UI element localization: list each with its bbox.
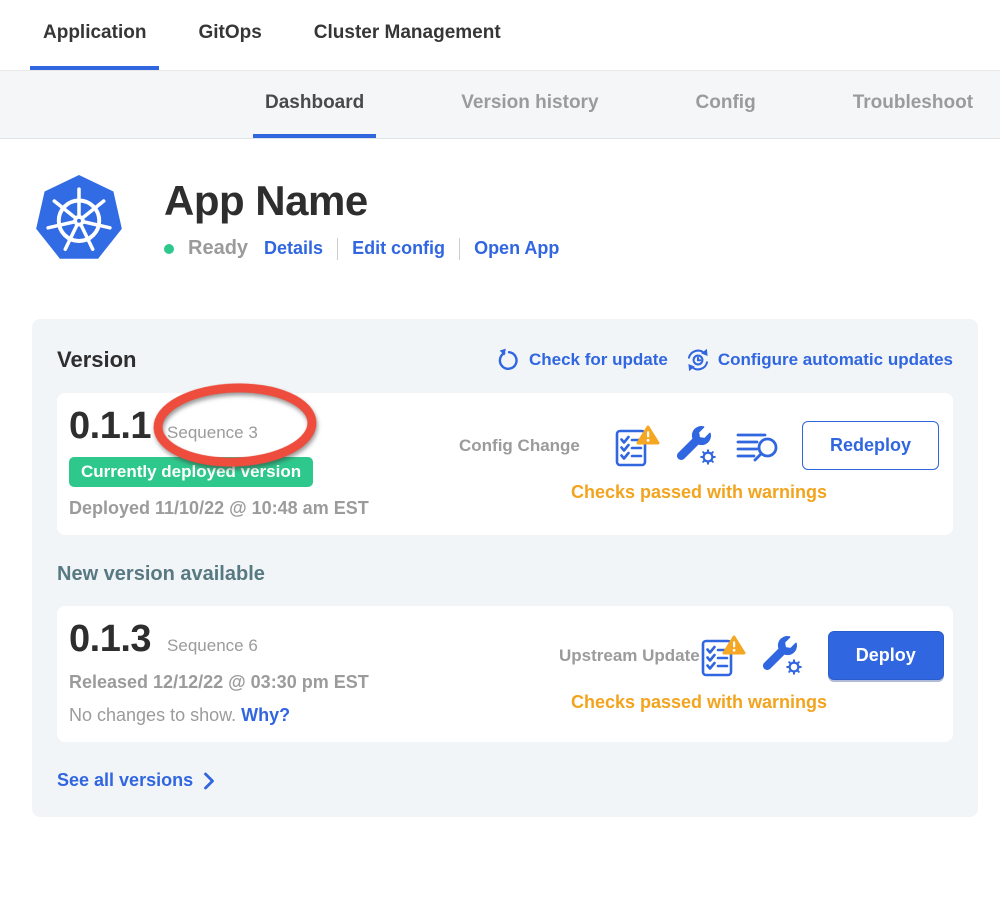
edit-config-link[interactable]: Edit config: [352, 238, 445, 259]
available-version-source-label: Upstream Update: [559, 646, 700, 666]
tab-dashboard[interactable]: Dashboard: [253, 71, 376, 138]
version-card: Version Check for update Configure autom…: [32, 319, 978, 817]
kubernetes-logo-icon: [35, 169, 123, 269]
tab-cluster-management[interactable]: Cluster Management: [301, 0, 514, 70]
open-app-link[interactable]: Open App: [474, 238, 559, 259]
tab-application[interactable]: Application: [30, 0, 159, 70]
new-version-available-heading: New version available: [57, 563, 953, 586]
deployed-version-number: 0.1.1: [69, 405, 151, 448]
app-header: App Name Ready Details Edit config Open …: [35, 169, 1000, 269]
available-version-number: 0.1.3: [69, 618, 151, 661]
redeploy-button[interactable]: Redeploy: [802, 421, 939, 470]
status-label: Ready: [188, 237, 248, 260]
tab-gitops[interactable]: GitOps: [185, 0, 274, 70]
view-files-icon[interactable]: [734, 424, 780, 468]
edit-config-wrench-gear-icon[interactable]: [760, 634, 806, 678]
configure-automatic-updates-button[interactable]: Configure automatic updates: [686, 348, 953, 372]
divider: [459, 238, 460, 260]
deployed-version-source-label: Config Change: [459, 436, 614, 456]
why-link[interactable]: Why?: [241, 705, 290, 725]
divider: [337, 238, 338, 260]
currently-deployed-badge: Currently deployed version: [69, 457, 313, 487]
top-nav: Application GitOps Cluster Management: [0, 0, 1000, 71]
deployed-timestamp: Deployed 11/10/22 @ 10:48 am EST: [69, 498, 459, 519]
deploy-button[interactable]: Deploy: [828, 631, 944, 680]
see-all-versions-label: See all versions: [57, 770, 193, 791]
status-ready-dot-icon: [164, 244, 174, 254]
no-changes-text: No changes to show.: [69, 705, 236, 725]
available-checks-status: Checks passed with warnings: [459, 692, 939, 713]
edit-config-wrench-gear-icon[interactable]: [674, 424, 720, 468]
sub-nav: Dashboard Version history Config Trouble…: [0, 71, 1000, 139]
app-name-title: App Name: [164, 177, 559, 225]
check-for-update-label: Check for update: [529, 350, 668, 370]
chevron-right-icon: [203, 772, 215, 790]
sync-clock-icon: [686, 348, 710, 372]
deployed-version-sequence: Sequence 3: [167, 423, 258, 443]
preflight-checks-warning-icon[interactable]: [700, 634, 746, 678]
refresh-icon: [497, 348, 521, 372]
tab-version-history[interactable]: Version history: [449, 71, 610, 138]
details-link[interactable]: Details: [264, 238, 323, 259]
available-version-row: 0.1.3 Sequence 6 Released 12/12/22 @ 03:…: [57, 606, 953, 742]
preflight-checks-warning-icon[interactable]: [614, 424, 660, 468]
deployed-checks-status: Checks passed with warnings: [459, 482, 939, 503]
tab-config[interactable]: Config: [684, 71, 768, 138]
see-all-versions-link[interactable]: See all versions: [57, 770, 953, 791]
released-timestamp: Released 12/12/22 @ 03:30 pm EST: [69, 672, 459, 693]
available-version-sequence: Sequence 6: [167, 636, 258, 656]
deployed-version-row: 0.1.1 Sequence 3 Currently deployed vers…: [57, 393, 953, 535]
check-for-update-button[interactable]: Check for update: [497, 348, 668, 372]
version-card-title: Version: [57, 347, 136, 373]
configure-automatic-updates-label: Configure automatic updates: [718, 350, 953, 370]
tab-troubleshoot[interactable]: Troubleshoot: [841, 71, 985, 138]
